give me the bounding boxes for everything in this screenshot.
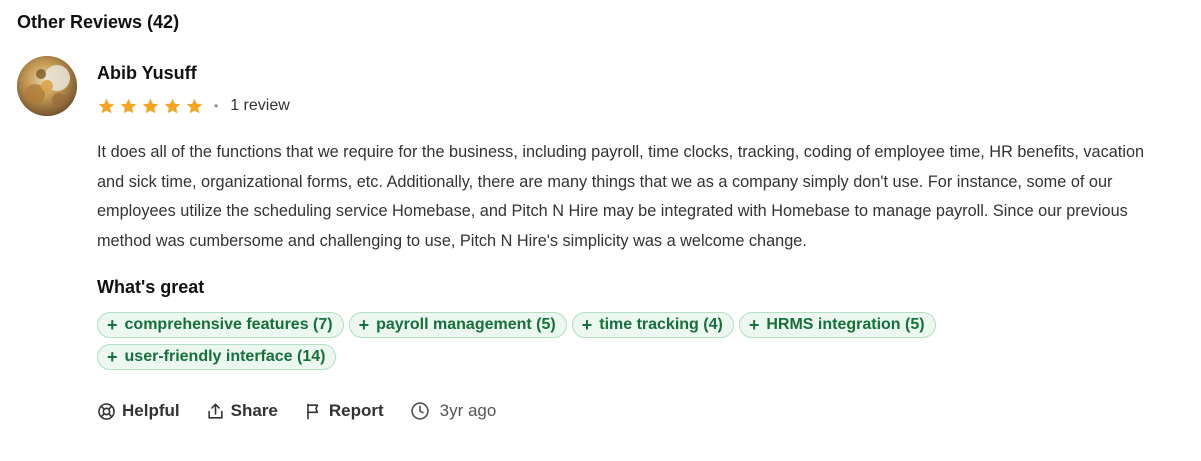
tag-label: HRMS integration (5) <box>766 316 925 333</box>
tag-chip[interactable]: + HRMS integration (5) <box>738 312 936 338</box>
tag-chip[interactable]: + user-friendly interface (14) <box>97 344 337 370</box>
plus-icon: + <box>748 315 760 335</box>
star-icon <box>120 98 137 113</box>
review-count[interactable]: 1 review <box>230 95 290 117</box>
helpful-button[interactable]: Helpful <box>97 401 180 421</box>
flag-icon <box>307 403 319 419</box>
plus-icon: + <box>581 315 593 335</box>
share-button[interactable]: Share <box>206 401 278 421</box>
plus-icon: + <box>107 347 118 367</box>
section-title: Other Reviews (42) <box>17 12 180 32</box>
lifebuoy-icon <box>98 402 115 420</box>
tag-label: time tracking (4) <box>599 316 723 333</box>
tag-chip[interactable]: + comprehensive features (7) <box>97 312 344 338</box>
clock-icon <box>410 402 429 420</box>
star-icon <box>164 98 181 113</box>
tag-label: comprehensive features (7) <box>124 316 333 333</box>
tag-list: + comprehensive features (7) + payroll man… <box>97 312 1097 370</box>
review-timestamp: 3yr ago <box>410 401 497 421</box>
separator-dot: • <box>214 99 219 113</box>
report-button[interactable]: Report <box>304 401 384 421</box>
star-icon <box>142 98 159 113</box>
whats-great-heading: What's great <box>97 277 205 297</box>
review-actions: Helpful Share Report 3yr ago <box>97 398 496 424</box>
avatar-image <box>17 56 77 116</box>
helpful-label: Helpful <box>122 401 180 420</box>
plus-icon: + <box>107 315 118 335</box>
reviewer-name[interactable]: Abib Yusuff <box>97 61 197 85</box>
tag-label: user-friendly interface (14) <box>124 348 326 365</box>
rating-row: • 1 review <box>97 95 290 117</box>
star-icon <box>98 98 115 113</box>
tag-label: payroll management (5) <box>376 316 556 333</box>
review-body: It does all of the functions that we req… <box>97 143 1145 250</box>
tag-chip[interactable]: + time tracking (4) <box>571 312 734 338</box>
star-icon <box>186 98 203 113</box>
share-icon <box>207 403 223 419</box>
star-rating <box>97 97 204 116</box>
report-label: Report <box>328 401 384 420</box>
plus-icon: + <box>358 315 370 335</box>
time-ago-label: 3yr ago <box>439 401 497 420</box>
share-label: Share <box>230 401 278 420</box>
avatar[interactable] <box>17 56 77 116</box>
tag-chip[interactable]: + payroll management (5) <box>348 312 567 338</box>
